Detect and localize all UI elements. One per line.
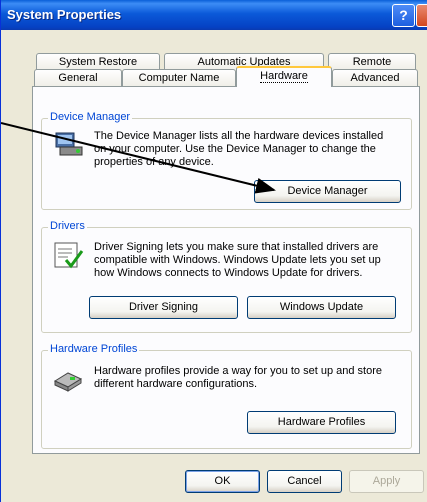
- drivers-desc-line3: how Windows connects to Windows Update f…: [94, 267, 363, 279]
- title-bar[interactable]: System Properties ?: [1, 0, 427, 30]
- ok-button[interactable]: OK: [185, 470, 260, 493]
- device-manager-group-label: Device Manager: [48, 111, 133, 123]
- hardware-profile-icon: [53, 372, 83, 392]
- hardware-tab-panel: Device Manager The Device Manager lists …: [32, 86, 420, 454]
- device-manager-desc-line3: properties of any device.: [94, 156, 214, 168]
- device-manager-button[interactable]: Device Manager: [254, 180, 401, 203]
- tab-hardware-label: Hardware: [260, 70, 308, 83]
- hardware-profiles-button[interactable]: Hardware Profiles: [247, 411, 396, 434]
- windows-update-button[interactable]: Windows Update: [247, 296, 396, 319]
- close-icon[interactable]: [416, 4, 427, 27]
- hardware-profiles-desc-line1: Hardware profiles provide a way for you …: [94, 365, 382, 377]
- tab-system-restore[interactable]: System Restore: [36, 53, 160, 70]
- tab-computer-name[interactable]: Computer Name: [122, 69, 236, 86]
- hardware-profiles-group: Hardware Profiles Hardware profiles prov…: [41, 343, 412, 449]
- drivers-desc-line1: Driver Signing lets you make sure that i…: [94, 241, 379, 253]
- device-manager-desc-line1: The Device Manager lists all the hardwar…: [94, 130, 384, 142]
- driver-signing-icon: [54, 242, 84, 269]
- system-properties-window: System Properties ? System Restore Autom…: [0, 0, 427, 502]
- device-manager-desc-line2: on your computer. Use the Device Manager…: [94, 143, 376, 155]
- hardware-profiles-group-label: Hardware Profiles: [48, 343, 140, 355]
- hardware-profiles-desc-line2: different hardware configurations.: [94, 378, 258, 390]
- window-title: System Properties: [7, 7, 122, 22]
- cancel-button[interactable]: Cancel: [267, 470, 342, 493]
- tab-advanced[interactable]: Advanced: [332, 69, 418, 86]
- help-icon[interactable]: ?: [392, 4, 415, 27]
- apply-button: Apply: [349, 470, 424, 493]
- drivers-desc-line2: compatible with Windows. Windows Update …: [94, 254, 381, 266]
- drivers-group: Drivers Driver Signing lets you make sur…: [41, 220, 412, 333]
- device-manager-group: Device Manager The Device Manager lists …: [41, 111, 412, 210]
- drivers-group-label: Drivers: [48, 220, 87, 232]
- device-manager-icon: [55, 132, 83, 156]
- tab-hardware[interactable]: Hardware: [236, 66, 332, 87]
- tab-general[interactable]: General: [34, 69, 122, 86]
- driver-signing-button[interactable]: Driver Signing: [89, 296, 238, 319]
- tab-remote[interactable]: Remote: [328, 53, 416, 70]
